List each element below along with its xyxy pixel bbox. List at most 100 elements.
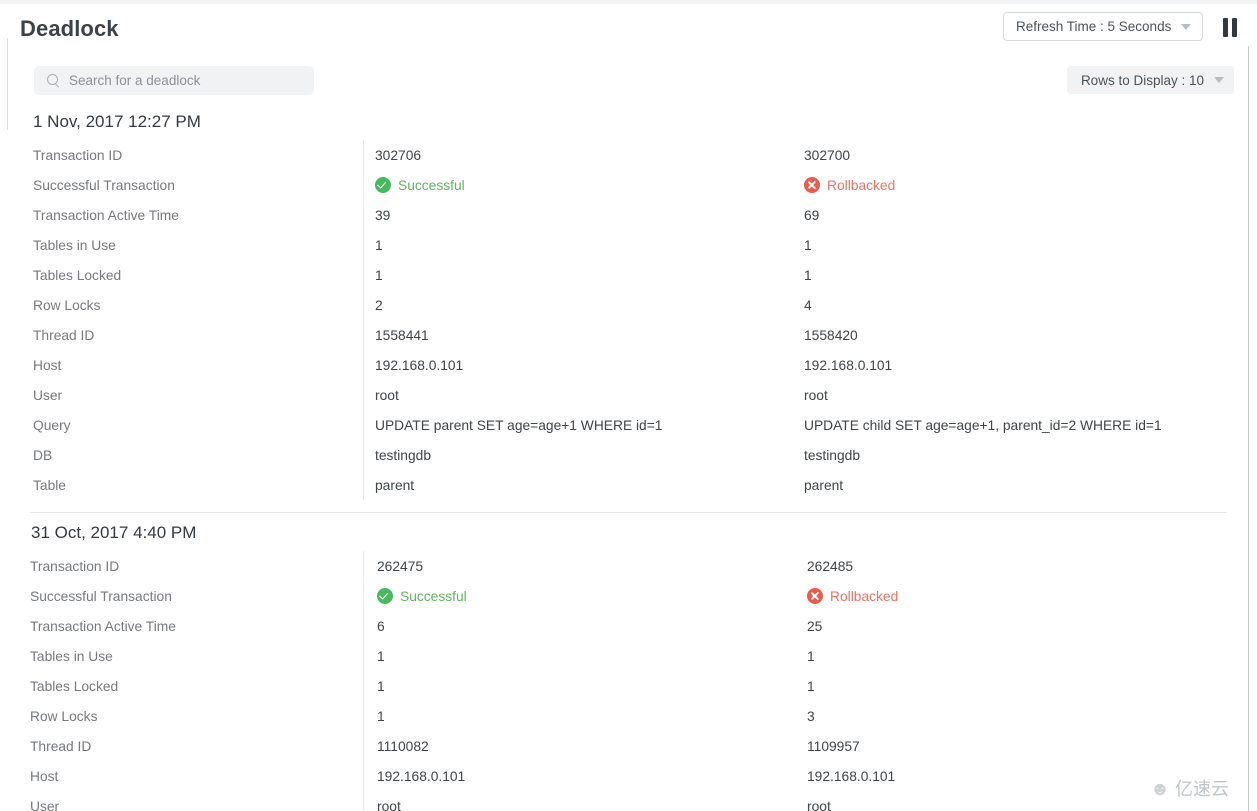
- page-title: Deadlock: [20, 16, 119, 41]
- refresh-time-select[interactable]: Refresh Time : 5 Seconds: [1003, 12, 1203, 41]
- value-transaction-1: UPDATE parent SET age=age+1 WHERE id=1: [375, 417, 663, 433]
- value-transaction-1: 2: [375, 297, 383, 313]
- value-transaction-2: parent: [804, 477, 844, 493]
- table-row: Transaction ID 262475 262485: [0, 551, 1257, 581]
- value-transaction-1: root: [377, 798, 401, 811]
- value-transaction-2: 3: [807, 708, 815, 724]
- table-row: Successful Transaction Successful Rollback…: [0, 581, 1257, 611]
- value-transaction-2: 262485: [807, 558, 854, 574]
- check-circle-icon: [375, 177, 391, 193]
- row-label: Transaction Active Time: [33, 207, 179, 223]
- table-row: Tables Locked 1 1: [0, 260, 1257, 290]
- status-badge: Rollbacked: [804, 177, 895, 193]
- deadlock-rows: Transaction ID 262475 262485 Successful Tra…: [0, 551, 1257, 811]
- deadlock-group: 1 Nov, 2017 12:27 PM Transaction ID 302706…: [0, 102, 1257, 500]
- table-row: Transaction Active Time 39 69: [0, 200, 1257, 230]
- row-label: Table: [33, 477, 66, 493]
- table-row: User root root: [0, 380, 1257, 410]
- value-transaction-1: root: [375, 387, 399, 403]
- table-row: Host 192.168.0.101 192.168.0.101: [0, 350, 1257, 380]
- table-row: Table parent parent: [0, 470, 1257, 500]
- pause-icon-bar-left: [1223, 18, 1228, 37]
- value-transaction-1: 1110082: [377, 738, 429, 754]
- value-transaction-1: testingdb: [375, 447, 431, 463]
- value-transaction-1: Successful: [352, 177, 781, 193]
- refresh-time-label: Refresh Time : 5 Seconds: [1016, 19, 1172, 34]
- value-transaction-1: 1: [377, 708, 385, 724]
- value-transaction-1: Successful: [352, 588, 781, 604]
- row-label: Row Locks: [30, 708, 98, 724]
- row-label: User: [30, 798, 60, 811]
- value-transaction-2: Rollbacked: [781, 588, 1257, 604]
- row-label: Tables Locked: [30, 678, 119, 694]
- value-transaction-2: Rollbacked: [781, 177, 1257, 193]
- table-row: Row Locks 1 3: [0, 701, 1257, 731]
- error-circle-icon: [804, 177, 820, 193]
- pause-button[interactable]: [1219, 17, 1241, 38]
- table-row: Thread ID 1558441 1558420: [0, 320, 1257, 350]
- table-row: DB testingdb testingdb: [0, 440, 1257, 470]
- row-label: DB: [33, 447, 53, 463]
- table-row: Query UPDATE parent SET age=age+1 WHERE i…: [0, 410, 1257, 440]
- table-row: Tables in Use 1 1: [0, 230, 1257, 260]
- status-label: Successful: [398, 177, 465, 193]
- row-label: Transaction ID: [33, 147, 123, 163]
- table-row: User root root: [0, 791, 1257, 811]
- row-label: Transaction ID: [30, 558, 120, 574]
- table-row: Transaction ID 302706 302700: [0, 140, 1257, 170]
- status-label: Rollbacked: [827, 177, 896, 193]
- table-row: Tables in Use 1 1: [0, 641, 1257, 671]
- deadlock-list[interactable]: 1 Nov, 2017 12:27 PM Transaction ID 302706…: [0, 102, 1257, 811]
- row-label: Tables Locked: [33, 267, 122, 283]
- row-label: Successful Transaction: [30, 588, 172, 604]
- value-transaction-2: root: [804, 387, 828, 403]
- value-transaction-2: 69: [804, 207, 820, 223]
- value-transaction-2: 1558420: [804, 327, 858, 343]
- chevron-down-icon: [1181, 23, 1192, 30]
- status-badge: Successful: [377, 588, 467, 604]
- value-transaction-2: 25: [807, 618, 823, 634]
- value-transaction-2: root: [807, 798, 831, 811]
- value-transaction-1: 39: [375, 207, 391, 223]
- value-transaction-1: 1: [375, 237, 383, 253]
- value-transaction-2: 302700: [804, 147, 851, 163]
- status-label: Rollbacked: [830, 588, 899, 604]
- search-box[interactable]: [34, 66, 314, 95]
- row-label: User: [33, 387, 63, 403]
- value-transaction-1: 192.168.0.101: [375, 357, 464, 373]
- status-badge: Successful: [375, 177, 465, 193]
- value-transaction-1: 6: [377, 618, 385, 634]
- value-transaction-2: testingdb: [804, 447, 860, 463]
- value-transaction-1: 1: [377, 678, 385, 694]
- value-transaction-1: 262475: [377, 558, 424, 574]
- table-row: Successful Transaction Successful Rollback…: [0, 170, 1257, 200]
- group-date: 1 Nov, 2017 12:27 PM: [33, 112, 201, 131]
- error-circle-icon: [807, 588, 823, 604]
- search-input[interactable]: [69, 73, 301, 88]
- row-label: Thread ID: [30, 738, 92, 754]
- row-label: Tables in Use: [30, 648, 113, 664]
- deadlock-group: 31 Oct, 2017 4:40 PM Transaction ID 262475…: [0, 512, 1257, 811]
- toolbar: Rows to Display : 10: [0, 58, 1257, 102]
- rows-to-display-select[interactable]: Rows to Display : 10: [1066, 66, 1234, 94]
- value-transaction-1: 192.168.0.101: [377, 768, 466, 784]
- table-row: Row Locks 2 4: [0, 290, 1257, 320]
- deadlock-rows: Transaction ID 302706 302700 Successful Tra…: [0, 140, 1257, 500]
- value-transaction-1: 302706: [375, 147, 422, 163]
- rows-to-display-label: Rows to Display : 10: [1080, 72, 1204, 88]
- value-transaction-2: 1: [807, 648, 815, 664]
- row-label: Thread ID: [33, 327, 95, 343]
- pause-icon-bar-right: [1232, 18, 1237, 37]
- value-transaction-1: 1: [375, 267, 383, 283]
- deadlock-page: Deadlock Refresh Time : 5 Seconds Rows t…: [0, 0, 1257, 811]
- group-date: 31 Oct, 2017 4:40 PM: [31, 523, 197, 542]
- check-circle-icon: [377, 588, 393, 604]
- status-label: Successful: [400, 588, 467, 604]
- chevron-down-icon: [1214, 77, 1224, 83]
- page-header: Deadlock Refresh Time : 5 Seconds: [0, 4, 1257, 52]
- row-label: Query: [33, 417, 71, 433]
- row-label: Host: [30, 768, 59, 784]
- value-transaction-1: 1: [377, 648, 385, 664]
- table-row: Transaction Active Time 6 25: [0, 611, 1257, 641]
- value-transaction-2: 192.168.0.101: [807, 768, 896, 784]
